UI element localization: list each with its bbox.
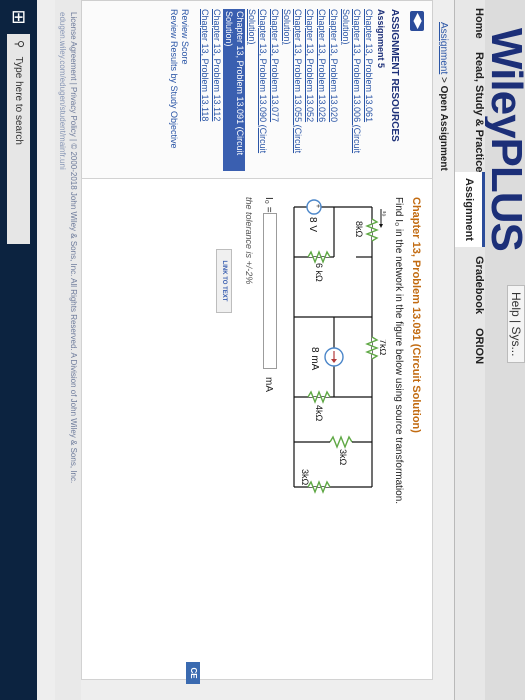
sidebar-item-problem[interactable]: Chapter 13, Problem 13.052 [304, 9, 315, 171]
tab-assignment[interactable]: Assignment [455, 172, 485, 247]
sidebar-item-problem[interactable]: Chapter 13, Problem 13.061 [363, 9, 374, 171]
taskbar-search-box[interactable]: ⚲ Type here to search [7, 34, 30, 244]
breadcrumb-current: Open Assignment [438, 85, 449, 171]
label-8ma: 8 mA [309, 347, 320, 371]
browser-viewport: WileyPLUS Help | Sys... Home Read, Study… [0, 0, 525, 700]
breadcrumb-separator: > [438, 77, 449, 83]
sidebar-item-problem[interactable]: Chapter 13, Problem 13.077 [269, 9, 280, 171]
windows-start-icon[interactable]: ⊞ [5, 4, 31, 30]
sidebar-item-problem[interactable]: Chapter 13, Problem 13.118 [199, 9, 210, 171]
review-results-link[interactable]: Review Results by Study Objective [168, 9, 179, 171]
label-3k-b: 3kΩ [300, 469, 310, 486]
breadcrumb-assignment-link[interactable]: Assignment [438, 22, 449, 74]
assignment-name: Assignment 5 [376, 9, 386, 69]
problem-list: Chapter 13, Problem 13.061 Chapter 13, P… [168, 9, 374, 171]
sidebar-item-problem[interactable]: Chapter 13, Problem 13.055 (Circuit Solu… [281, 9, 303, 171]
sidebar-item-problem[interactable]: Chapter 13, Problem 13.090 (Circuit Solu… [246, 9, 268, 171]
sidebar-item-problem[interactable]: Chapter 13, Problem 13.020 [328, 9, 339, 171]
sidebar-item-problem[interactable]: Chapter 13, Problem 13.026 [316, 9, 327, 171]
tab-home[interactable]: Home [455, 2, 485, 45]
svg-text:+: + [314, 204, 321, 208]
review-score-link[interactable]: Review Score [179, 9, 190, 171]
search-icon: ⚲ [13, 39, 25, 49]
taskbar-search-placeholder: Type here to search [13, 56, 24, 145]
label-4k: 4kΩ [314, 405, 324, 422]
label-8v: 8 V [307, 217, 318, 232]
current-source-8ma [324, 347, 344, 367]
answer-unit: mA [263, 377, 274, 392]
resistor-6k [307, 250, 331, 264]
label-7k: 7kΩ [378, 339, 386, 356]
breadcrumb: Assignment > Open Assignment [438, 22, 449, 171]
answer-label: I₀ = [263, 197, 274, 213]
assignment-resources-sidebar: ◀▶ ASSIGNMENT RESOURCES Assignment 5 Cha… [81, 0, 433, 180]
sidebar-item-problem[interactable]: Chapter 13, Problem 13.112 [211, 9, 222, 171]
sidebar-item-problem[interactable]: Chapter 13, Problem 13.006 (Circuit Solu… [340, 9, 362, 171]
label-8k: 8kΩ [354, 221, 364, 238]
answer-input[interactable] [263, 213, 277, 369]
footer-copyright: License Agreement | Privacy Policy | © 2… [69, 12, 78, 484]
footer-url: edugen.wiley.com/edugen/student/mainfr.u… [58, 12, 67, 170]
voltage-source-8v: + [306, 199, 322, 215]
resistor-3k-a [294, 435, 372, 449]
label-3k-a: 3kΩ [338, 449, 348, 466]
sidebar-item-problem-selected[interactable]: Chapter 13, Problem 13.091 (Circuit Solu… [223, 9, 245, 171]
page-footer: License Agreement | Privacy Policy | © 2… [55, 0, 81, 700]
wileyplus-logo[interactable]: WileyPLUS [481, 28, 525, 251]
help-link[interactable]: Help | Sys... [507, 285, 525, 364]
tab-read-study-practice[interactable]: Read, Study & Practice [455, 46, 485, 178]
resistor-8k [365, 218, 379, 242]
problem-panel: Chapter 13, Problem 13.091 (Circuit Solu… [81, 178, 433, 680]
sidebar-title: ASSIGNMENT RESOURCES [389, 9, 400, 142]
link-to-text-button[interactable]: LINK TO TEXT [216, 249, 232, 313]
collapse-panel-icon[interactable]: ◀▶ [410, 11, 424, 31]
tab-orion[interactable]: ORION [455, 322, 485, 370]
main-nav: Home Read, Study & Practice Assignment G… [454, 0, 485, 700]
windows-taskbar: ⊞ ⚲ Type here to search [0, 0, 37, 700]
side-edge-tab[interactable]: CE [186, 662, 200, 684]
problem-title: Chapter 13, Problem 13.091 (Circuit Solu… [410, 197, 422, 433]
label-6k: 6 kΩ [314, 263, 324, 282]
resistor-4k [307, 390, 331, 404]
tab-gradebook[interactable]: Gradebook [455, 250, 485, 320]
circuit-diagram: + I₀ 8kΩ 7kΩ 6 kΩ 4kΩ 3kΩ 3kΩ 8 V 8 mA [293, 199, 386, 494]
resistor-7k [365, 336, 379, 360]
screen-frame: WileyPLUS Help | Sys... Home Read, Study… [0, 0, 525, 700]
tolerance-note: the tolerance is +/-2% [244, 197, 254, 285]
problem-prompt: Find I₀ in the network in the figure bel… [393, 197, 404, 505]
header-band: WileyPLUS Help | Sys... [482, 0, 525, 700]
resistor-3k-b [307, 480, 331, 494]
label-io: I₀ [381, 211, 386, 217]
